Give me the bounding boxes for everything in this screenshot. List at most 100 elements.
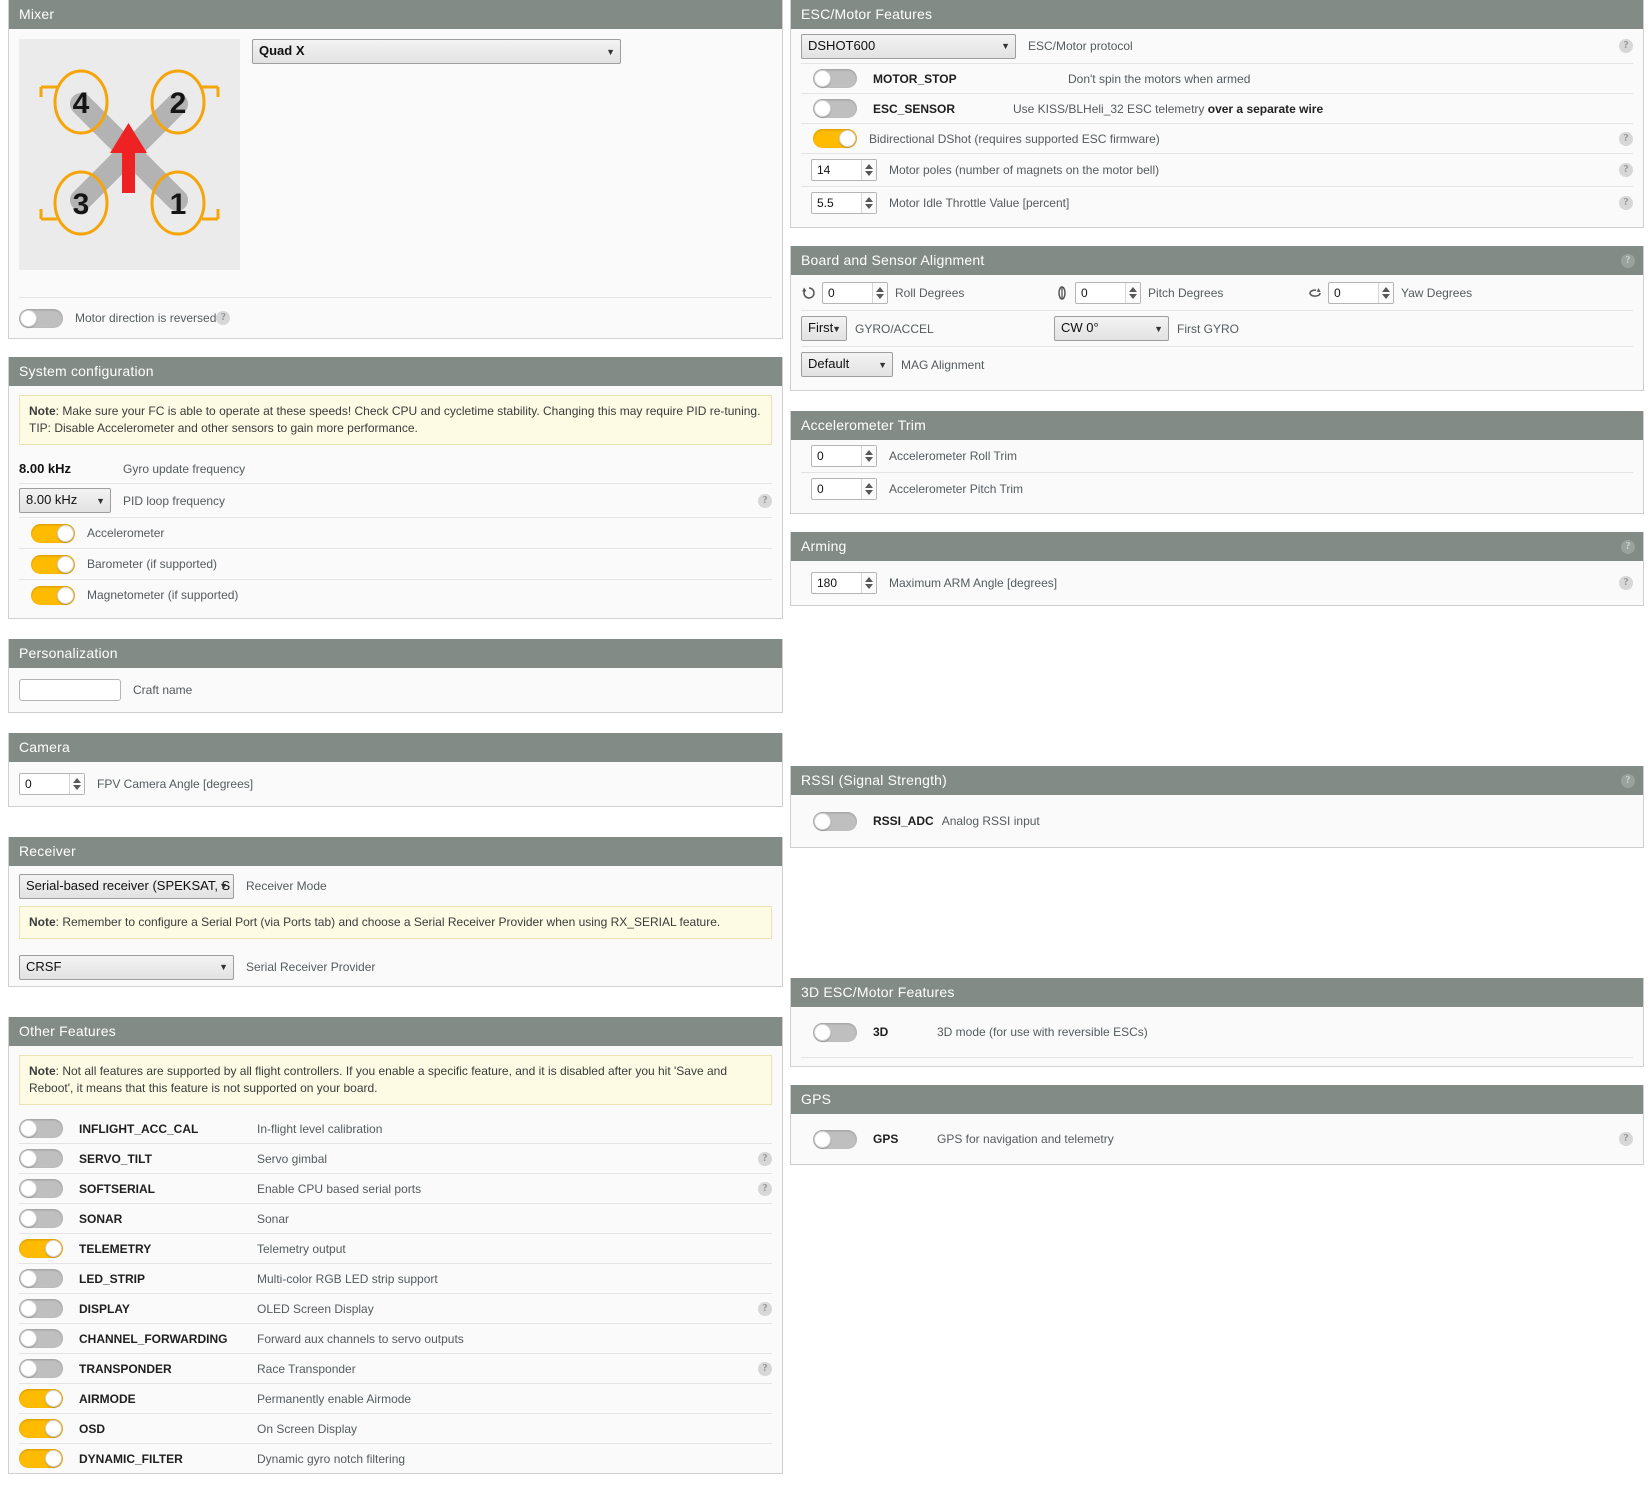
pid-loop-frequency-select[interactable]: 8.00 kHz ▼ <box>19 488 111 513</box>
motor-poles-input[interactable] <box>812 160 861 180</box>
feature-toggle-dynamic-filter[interactable] <box>19 1449 63 1468</box>
barometer-toggle[interactable] <box>31 554 75 574</box>
craft-name-input[interactable] <box>19 679 121 701</box>
feature-description: In-flight level calibration <box>257 1121 383 1136</box>
feature-toggle-softserial[interactable] <box>19 1179 63 1198</box>
stepper-arrows[interactable] <box>1378 282 1393 303</box>
stepper-arrows[interactable] <box>861 446 876 466</box>
feature-toggle-servo-tilt[interactable] <box>19 1149 63 1168</box>
stepper-arrows[interactable] <box>861 479 876 499</box>
rssi-adc-toggle[interactable] <box>813 811 857 831</box>
motor-stop-toggle[interactable] <box>813 69 857 88</box>
maximum-arm-angle-stepper[interactable] <box>811 572 877 594</box>
esc-sensor-toggle[interactable] <box>813 99 857 118</box>
feature-toggle-sonar[interactable] <box>19 1209 63 1228</box>
accelerometer-pitch-trim-row: Accelerometer Pitch Trim <box>801 473 1633 505</box>
help-icon[interactable]: ? <box>1621 253 1635 268</box>
help-icon[interactable]: ? <box>1619 196 1633 210</box>
gyro-accel-select[interactable]: First ▼ <box>801 316 847 341</box>
help-icon[interactable]: ? <box>758 1151 772 1166</box>
arming-panel: Arming ? Maximum ARM Angle [degrees] ? <box>790 532 1644 606</box>
camera-body: FPV Camera Angle [degrees] <box>9 762 782 806</box>
help-icon[interactable]: ? <box>758 1361 772 1376</box>
help-icon[interactable]: ? <box>758 493 772 508</box>
help-icon[interactable]: ? <box>1619 576 1633 590</box>
gps-toggle[interactable] <box>813 1129 857 1149</box>
feature-toggle-transponder[interactable] <box>19 1359 63 1378</box>
first-gyro-cell: CW 0° ▼ First GYRO <box>1054 316 1307 341</box>
receiver-title: Receiver <box>19 843 76 859</box>
help-icon[interactable]: ? <box>758 1181 772 1196</box>
camera-title: Camera <box>19 739 70 755</box>
fpv-camera-angle-stepper[interactable] <box>19 773 85 795</box>
help-icon[interactable]: ? <box>1619 163 1633 177</box>
help-icon[interactable]: ? <box>1619 1132 1633 1146</box>
personalization-title: Personalization <box>19 645 118 661</box>
motor-idle-input[interactable] <box>812 193 861 213</box>
pitch-degrees-stepper[interactable] <box>1075 281 1141 304</box>
feature-toggle-led-strip[interactable] <box>19 1269 63 1288</box>
accelerometer-roll-trim-stepper[interactable] <box>811 445 877 467</box>
help-icon[interactable]: ? <box>1619 131 1633 146</box>
maximum-arm-angle-input[interactable] <box>812 573 861 593</box>
feature-toggle-telemetry[interactable] <box>19 1239 63 1258</box>
roll-degrees-stepper[interactable] <box>822 281 888 304</box>
gyro-update-frequency-value: 8.00 kHz <box>19 461 72 476</box>
esc-motor-features-title: ESC/Motor Features <box>801 6 933 22</box>
yaw-degrees-stepper[interactable] <box>1328 281 1394 304</box>
esc-protocol-select[interactable]: DSHOT600 ▼ <box>801 33 1016 59</box>
help-icon[interactable]: ? <box>216 311 231 325</box>
feature-toggle-channel-forwarding[interactable] <box>19 1329 63 1348</box>
motor-idle-stepper[interactable] <box>811 192 877 214</box>
accelerometer-pitch-trim-stepper[interactable] <box>811 478 877 500</box>
feature-row: AIRMODE Permanently enable Airmode <box>19 1384 772 1414</box>
feature-toggle-inflight-acc-cal[interactable] <box>19 1119 63 1138</box>
feature-toggle-airmode[interactable] <box>19 1389 63 1408</box>
mixer-type-area: Quad X ▼ <box>240 39 772 270</box>
help-icon[interactable]: ? <box>1621 539 1635 554</box>
help-icon[interactable]: ? <box>758 1301 772 1316</box>
stepper-up-icon <box>876 286 884 292</box>
receiver-note: Note: Remember to configure a Serial Por… <box>19 906 772 939</box>
accelerometer-toggle[interactable] <box>31 523 75 543</box>
feature-toggle-display[interactable] <box>19 1299 63 1318</box>
rssi-title: RSSI (Signal Strength) <box>801 772 948 788</box>
yaw-degrees-input[interactable] <box>1329 282 1378 303</box>
accelerometer-roll-trim-input[interactable] <box>812 446 861 466</box>
chevron-down-icon: ▼ <box>832 323 841 334</box>
stepper-arrows[interactable] <box>861 193 876 213</box>
stepper-arrows[interactable] <box>1125 282 1140 303</box>
feature-description: Enable CPU based serial ports <box>257 1181 422 1196</box>
receiver-mode-select[interactable]: Serial-based receiver (SPEKSAT, S ▼ <box>19 873 234 899</box>
feature-name: SONAR <box>79 1211 123 1226</box>
magnetometer-toggle[interactable] <box>31 585 75 605</box>
fpv-camera-angle-input[interactable] <box>20 774 69 794</box>
motor-poles-stepper[interactable] <box>811 159 877 181</box>
rssi-header: RSSI (Signal Strength) ? <box>791 766 1643 795</box>
motor-direction-reversed-toggle[interactable] <box>19 308 63 328</box>
pitch-degrees-input[interactable] <box>1076 282 1125 303</box>
help-icon[interactable]: ? <box>1621 773 1635 788</box>
pid-loop-frequency-label: PID loop frequency <box>123 493 226 508</box>
mag-alignment-select[interactable]: Default ▼ <box>801 352 893 377</box>
mixer-preview-image: 4 2 3 1 <box>19 39 240 270</box>
stepper-down-icon <box>865 584 873 589</box>
three-d-mode-toggle[interactable] <box>813 1022 857 1042</box>
feature-toggle-osd[interactable] <box>19 1419 63 1438</box>
stepper-arrows[interactable] <box>861 573 876 593</box>
toggle-knob <box>57 524 74 542</box>
stepper-arrows[interactable] <box>69 774 84 794</box>
accelerometer-pitch-trim-input[interactable] <box>812 479 861 499</box>
motor-poles-row: Motor poles (number of magnets on the mo… <box>801 154 1633 187</box>
svg-text:2: 2 <box>170 87 187 120</box>
serial-receiver-provider-select[interactable]: CRSF ▼ <box>19 954 234 980</box>
stepper-arrows[interactable] <box>872 282 887 303</box>
esc-sensor-name: ESC_SENSOR <box>873 101 956 116</box>
stepper-arrows[interactable] <box>861 160 876 180</box>
bidirectional-dshot-toggle[interactable] <box>813 129 857 148</box>
feature-description: Servo gimbal <box>257 1151 328 1166</box>
help-icon[interactable]: ? <box>1619 39 1633 53</box>
roll-degrees-input[interactable] <box>823 282 872 303</box>
mixer-type-select[interactable]: Quad X ▼ <box>252 39 621 64</box>
first-gyro-select[interactable]: CW 0° ▼ <box>1054 316 1169 341</box>
